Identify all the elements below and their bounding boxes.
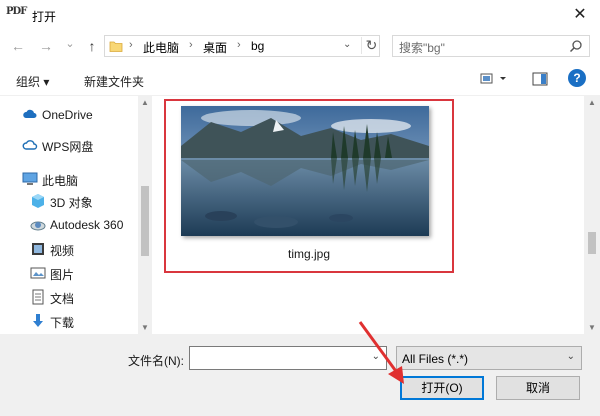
scroll-up-arrow-icon[interactable]: ▲ <box>138 98 152 107</box>
scroll-down-arrow-icon[interactable]: ▼ <box>138 323 152 332</box>
sidebar-item-autodesk-360[interactable]: Autodesk 360 <box>0 214 140 236</box>
search-box[interactable]: 搜索"bg" <box>392 35 590 57</box>
scrollbar-thumb[interactable] <box>141 186 149 256</box>
cube-icon <box>32 194 44 208</box>
preview-pane-icon[interactable] <box>532 72 548 86</box>
forward-button[interactable]: → <box>38 37 54 55</box>
sidebar-item-label: 视频 <box>50 244 75 258</box>
picture-icon <box>30 267 46 279</box>
computer-icon <box>22 172 38 185</box>
new-folder-button[interactable]: 新建文件夹 <box>84 73 144 90</box>
chevron-down-icon[interactable]: ⌄ <box>567 351 575 362</box>
sidebar-item-label: Autodesk 360 <box>50 218 124 232</box>
scrollbar-thumb[interactable] <box>588 232 596 254</box>
breadcrumb-separator: › <box>189 39 193 51</box>
search-input[interactable]: 搜索"bg" <box>399 39 445 56</box>
sidebar-item-this-pc[interactable]: 此电脑 <box>0 168 140 190</box>
file-thumbnail-timg[interactable] <box>181 106 429 236</box>
file-list-scrollbar[interactable]: ▲ ▼ <box>584 96 600 334</box>
sidebar-item-documents[interactable]: 文档 <box>0 286 140 308</box>
open-button[interactable]: 打开(O) <box>400 376 484 400</box>
view-options-icon[interactable] <box>480 72 508 86</box>
document-icon <box>32 289 44 305</box>
scroll-down-arrow-icon[interactable]: ▼ <box>584 323 600 332</box>
command-toolbar: 组织 ▾ 新建文件夹 ? <box>0 62 600 96</box>
cancel-button[interactable]: 取消 <box>496 376 580 400</box>
breadcrumb-separator: › <box>129 39 133 51</box>
red-annotation-arrow-icon <box>358 321 404 384</box>
up-button[interactable]: ↑ <box>84 37 100 55</box>
organize-menu-button[interactable]: 组织 ▾ <box>16 73 49 90</box>
breadcrumb-this-pc[interactable]: 此电脑 <box>143 39 179 56</box>
address-dropdown-button[interactable]: ⌄ <box>343 39 351 50</box>
folder-icon <box>109 41 123 52</box>
sidebar-item-videos[interactable]: 视频 <box>0 238 140 260</box>
video-icon <box>32 243 44 255</box>
pdf-app-icon: PDF <box>6 6 27 17</box>
refresh-button[interactable]: ↻ <box>361 37 381 54</box>
window-title: 打开 <box>32 10 57 24</box>
scroll-up-arrow-icon[interactable]: ▲ <box>584 98 600 107</box>
sidebar-item-3d-objects[interactable]: 3D 对象 <box>0 190 140 212</box>
breadcrumb-separator: › <box>237 39 241 51</box>
sidebar-item-label: 3D 对象 <box>50 196 93 210</box>
sidebar-item-label: 下载 <box>50 316 75 330</box>
recent-locations-button[interactable]: ⌄ <box>62 35 78 53</box>
file-type-filter-value: All Files (*.*) <box>402 352 469 366</box>
sidebar-item-label: OneDrive <box>42 108 93 122</box>
file-type-filter-select[interactable]: All Files (*.*) ⌄ <box>396 346 582 370</box>
autodesk-icon <box>30 221 46 231</box>
sidebar-item-downloads[interactable]: 下载 <box>0 310 140 332</box>
sidebar-item-label: 图片 <box>50 268 75 282</box>
back-button[interactable]: ← <box>10 37 26 55</box>
close-button[interactable]: ✕ <box>560 0 600 30</box>
download-icon <box>33 314 43 327</box>
sidebar-item-onedrive[interactable]: OneDrive <box>0 104 140 126</box>
sidebar-item-wps-cloud[interactable]: WPS网盘 <box>0 134 140 156</box>
sidebar-item-pictures[interactable]: 图片 <box>0 262 140 284</box>
breadcrumb-desktop[interactable]: 桌面 <box>203 39 227 56</box>
title-bar: PDF 打开 ✕ <box>0 0 600 30</box>
search-icon[interactable] <box>569 39 583 53</box>
cloud-icon <box>23 109 37 118</box>
help-icon[interactable]: ? <box>568 69 586 87</box>
sidebar-scrollbar[interactable]: ▲ ▼ <box>138 96 152 334</box>
filename-label: 文件名(N): <box>128 354 184 368</box>
sidebar-item-label: 此电脑 <box>42 174 79 188</box>
breadcrumb-bg[interactable]: bg <box>251 39 264 53</box>
address-bar[interactable]: › 此电脑 › 桌面 › bg ⌄ ↻ <box>104 35 380 57</box>
sidebar-item-label: 文档 <box>50 292 75 306</box>
file-name-label[interactable]: timg.jpg <box>164 247 454 261</box>
navigation-pane: OneDrive WPS网盘 此电脑 3D 对象 Autodesk 360 视频… <box>0 96 152 334</box>
wps-cloud-icon <box>22 140 38 150</box>
sidebar-item-label: WPS网盘 <box>42 140 94 154</box>
